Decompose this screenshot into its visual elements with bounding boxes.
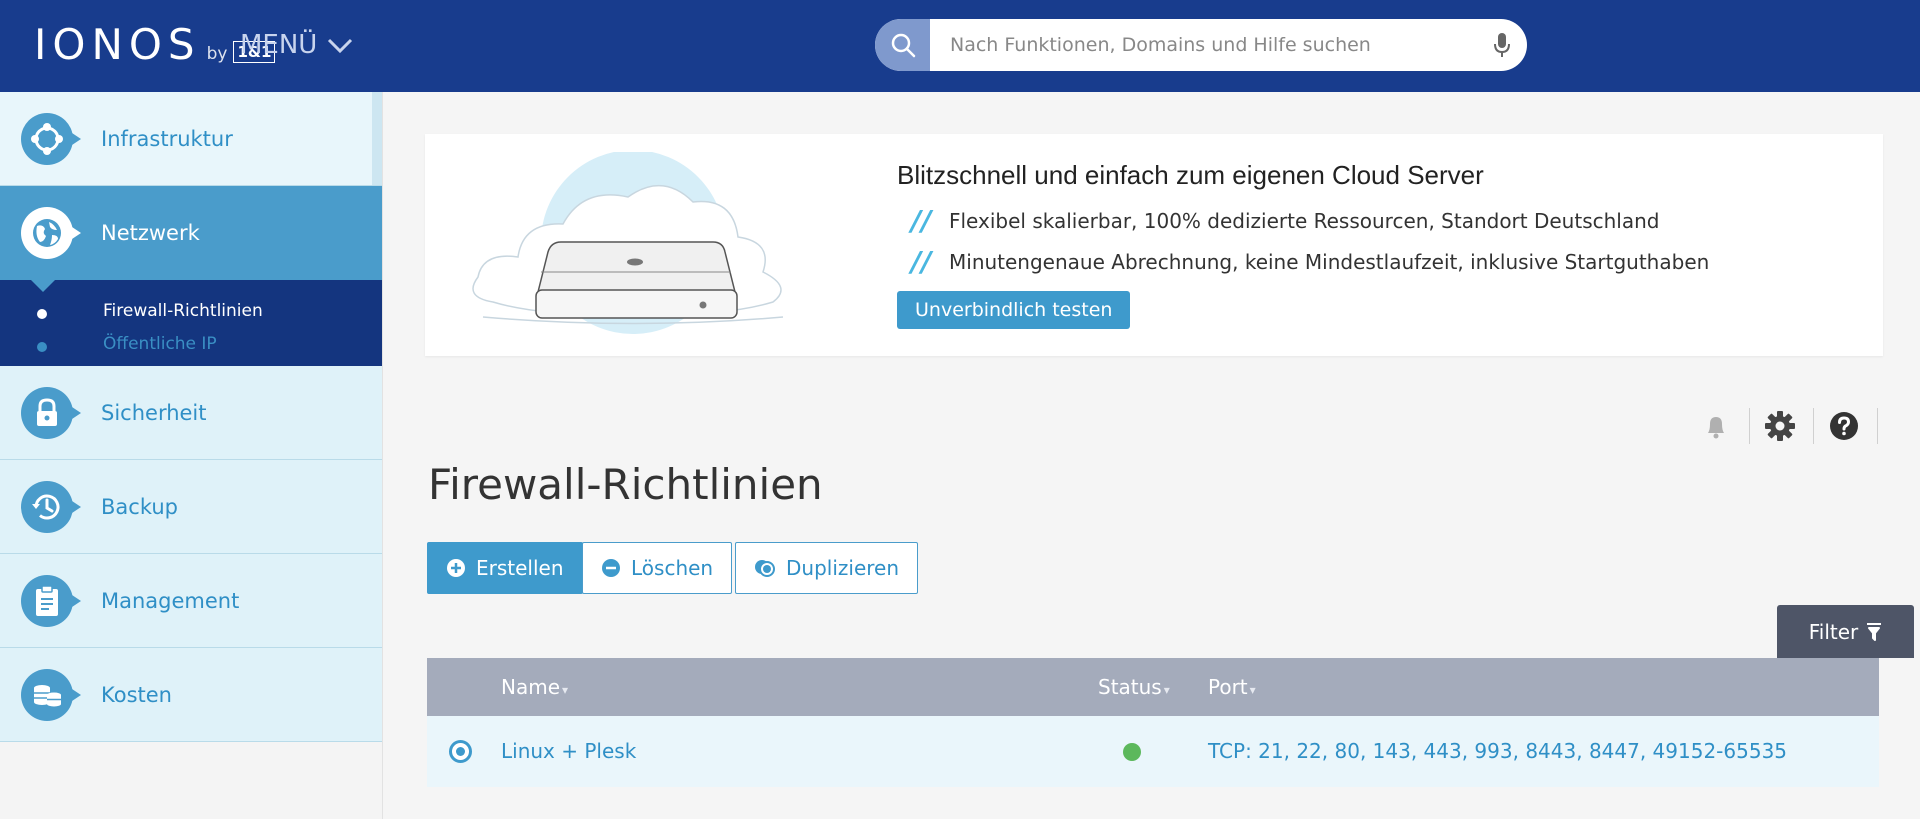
cell-name[interactable]: Linux + Plesk (501, 716, 636, 787)
logo-wordmark: IONOS (34, 20, 201, 69)
sort-caret-icon: ▾ (1163, 683, 1170, 697)
sidebar-item-label: Infrastruktur (101, 126, 233, 151)
top-header: IONOS by 1&1 MENÜ (0, 0, 1920, 92)
banner-bullet: // Flexibel skalierbar, 100% dedizierte … (897, 204, 1659, 237)
funnel-icon (1867, 622, 1882, 641)
plus-circle-icon (446, 558, 466, 578)
row-select-radio[interactable] (449, 740, 472, 763)
filter-button-label: Filter (1808, 619, 1859, 644)
lock-icon (21, 386, 81, 439)
column-header-label: Status (1098, 675, 1162, 699)
sidebar-item-label: Backup (101, 494, 178, 519)
duplicate-circles-icon (754, 558, 776, 578)
sidebar-item-kosten[interactable]: Kosten (0, 648, 382, 742)
promo-banner: Blitzschnell und einfach zum eigenen Clo… (425, 134, 1883, 356)
delete-button[interactable]: Löschen (582, 542, 733, 594)
notifications-bell-icon[interactable] (1686, 408, 1746, 444)
create-button[interactable]: Erstellen (427, 542, 583, 594)
page-title: Firewall-Richtlinien (428, 460, 823, 509)
coins-icon (21, 668, 81, 721)
column-header-port[interactable]: Port ▾ (1208, 658, 1256, 716)
main-content: Blitzschnell und einfach zum eigenen Clo… (384, 92, 1920, 819)
tick-icon: // (911, 204, 932, 237)
banner-bullet-text: Flexibel skalierbar, 100% dedizierte Res… (949, 208, 1660, 233)
cell-port: TCP: 21, 22, 80, 143, 443, 993, 8443, 84… (1208, 739, 1788, 763)
sidebar-item-label: Netzwerk (101, 221, 200, 245)
sidebar-item-netzwerk[interactable]: Netzwerk (0, 186, 382, 280)
sidebar-item-label: Kosten (101, 682, 172, 707)
table-row[interactable]: Linux + Plesk TCP: 21, 22, 80, 143, 443,… (427, 716, 1879, 787)
column-header-label: Name (501, 675, 561, 699)
table-header: Name ▾ Status ▾ Port ▾ (427, 658, 1879, 716)
global-search (875, 19, 1527, 71)
status-indicator-active (1123, 743, 1141, 761)
submenu-item-oeffentliche-ip[interactable]: Öffentliche IP (103, 334, 217, 354)
sidebar-item-infrastruktur[interactable]: Infrastruktur (0, 92, 382, 186)
column-header-label: Port (1208, 675, 1248, 699)
column-header-status[interactable]: Status ▾ (1098, 658, 1170, 716)
sidebar-item-sicherheit[interactable]: Sicherheit (0, 366, 382, 460)
infrastructure-icon (21, 112, 81, 165)
tick-icon: // (911, 245, 932, 278)
sidebar-scrollbar[interactable] (372, 92, 382, 185)
duplicate-button-label: Duplizieren (786, 556, 900, 580)
sidebar-item-label: Management (101, 588, 240, 613)
toolbar-divider (1877, 408, 1878, 444)
search-icon[interactable] (875, 19, 930, 71)
menu-label: MENÜ (240, 30, 318, 60)
banner-title: Blitzschnell und einfach zum eigenen Clo… (897, 160, 1484, 190)
banner-bullet: // Minutengenaue Abrechnung, keine Minde… (897, 245, 1709, 278)
try-now-button[interactable]: Unverbindlich testen (897, 291, 1131, 329)
cloud-server-illustration (472, 152, 784, 334)
microphone-icon[interactable] (1477, 32, 1527, 58)
filter-button[interactable]: Filter (1777, 605, 1914, 658)
firewall-policy-table: Name ▾ Status ▾ Port ▾ Linux + Plesk TCP: 2… (427, 658, 1879, 787)
submenu-bullet-active (37, 309, 47, 319)
submenu-bullet (37, 342, 47, 352)
sidebar: Infrastruktur Netzwerk Firewall-Richtlin… (0, 92, 383, 819)
clipboard-icon (21, 574, 81, 627)
delete-button-label: Löschen (631, 556, 714, 580)
sort-caret-icon: ▾ (1249, 683, 1256, 697)
network-submenu: Firewall-Richtlinien Öffentliche IP (0, 280, 382, 366)
chevron-down-icon (328, 38, 353, 54)
sidebar-item-backup[interactable]: Backup (0, 460, 382, 554)
minus-circle-icon (601, 558, 621, 578)
sidebar-item-management[interactable]: Management (0, 554, 382, 648)
logo-by: by (206, 44, 228, 64)
banner-bullet-text: Minutengenaue Abrechnung, keine Mindestl… (949, 249, 1710, 274)
create-button-label: Erstellen (476, 556, 564, 580)
sidebar-item-label: Sicherheit (101, 400, 207, 425)
main-menu-button[interactable]: MENÜ (240, 30, 353, 60)
search-input[interactable] (930, 34, 1477, 56)
history-clock-icon (21, 480, 81, 533)
duplicate-button[interactable]: Duplizieren (735, 542, 919, 594)
settings-gear-icon[interactable] (1750, 408, 1810, 444)
network-globe-icon (21, 207, 81, 259)
column-header-name[interactable]: Name ▾ (501, 658, 568, 716)
sort-caret-icon: ▾ (562, 683, 569, 697)
submenu-item-firewall-richtlinien[interactable]: Firewall-Richtlinien (103, 301, 263, 321)
help-question-icon[interactable] (1814, 408, 1874, 444)
